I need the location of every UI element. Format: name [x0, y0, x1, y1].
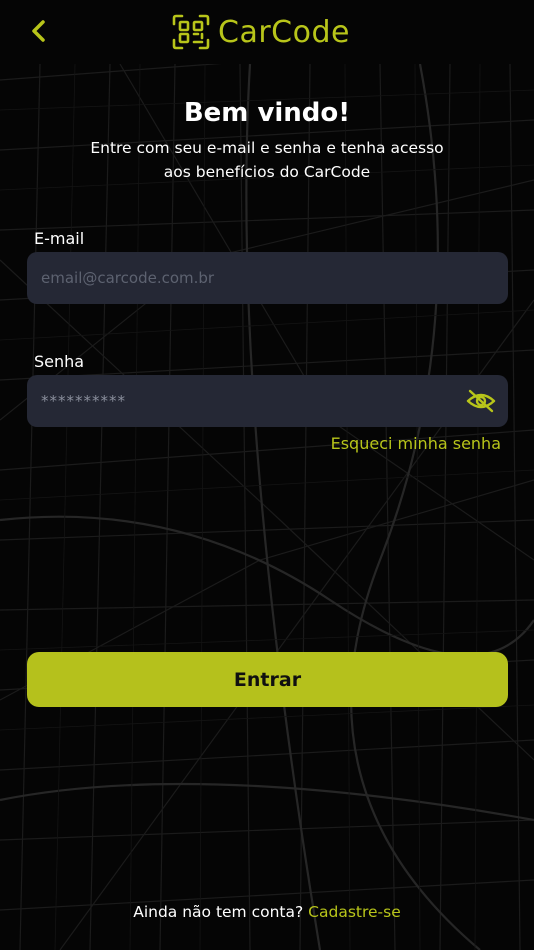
- password-input[interactable]: [41, 375, 508, 427]
- subtitle-line-1: Entre com seu e-mail e senha e tenha ace…: [90, 139, 444, 157]
- forgot-password-link[interactable]: Esqueci minha senha: [331, 434, 501, 453]
- app-header: CarCode: [0, 0, 534, 64]
- password-label: Senha: [34, 352, 85, 371]
- page-title: Bem vindo!: [183, 98, 351, 128]
- password-field-container: [27, 375, 508, 427]
- page-subtitle: Entre com seu e-mail e senha e tenha ace…: [30, 136, 504, 184]
- signup-link[interactable]: Cadastre-se: [308, 903, 401, 921]
- toggle-password-visibility-button[interactable]: [466, 387, 496, 415]
- signup-prompt: Ainda não tem conta? Cadastre-se: [0, 903, 534, 921]
- email-input[interactable]: [41, 252, 508, 304]
- email-field-container: [27, 252, 508, 304]
- login-button[interactable]: Entrar: [27, 652, 508, 707]
- qr-code-icon: [172, 14, 210, 50]
- app-logo: CarCode: [172, 12, 350, 52]
- email-label: E-mail: [34, 229, 85, 248]
- chevron-left-icon: [32, 20, 45, 42]
- eye-off-icon: [466, 389, 496, 413]
- back-button[interactable]: [22, 14, 56, 48]
- subtitle-line-2: aos benefícios do CarCode: [163, 163, 371, 181]
- login-screen: Bem vindo! Entre com seu e-mail e senha …: [0, 0, 534, 950]
- no-account-text: Ainda não tem conta?: [133, 903, 304, 921]
- logo-text: CarCode: [218, 14, 350, 50]
